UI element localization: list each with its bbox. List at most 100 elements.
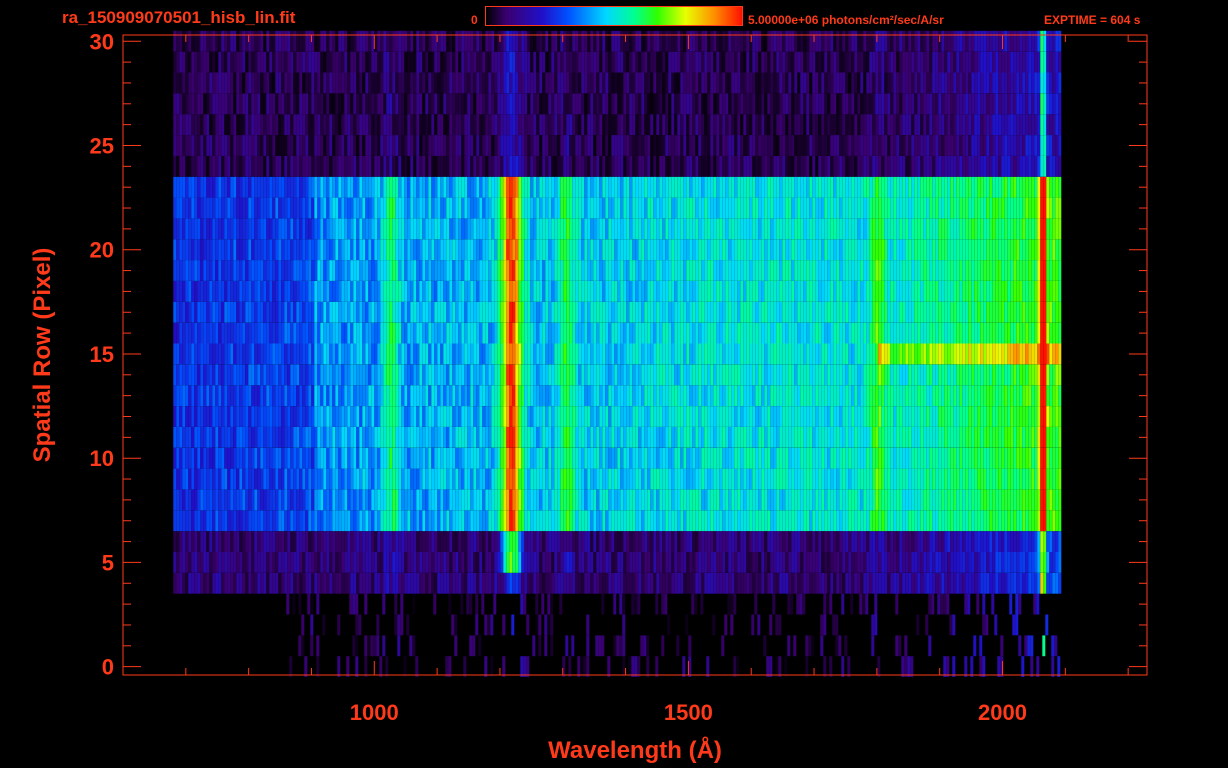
heatmap-cell [1022, 343, 1026, 365]
heatmap-cell [698, 301, 702, 323]
heatmap-cell [398, 552, 402, 573]
heatmap-cell [782, 281, 786, 302]
heatmap-cell [403, 656, 407, 677]
heatmap-cell [383, 322, 387, 344]
heatmap-cell [401, 531, 405, 552]
heatmap-cell [803, 489, 807, 511]
heatmap-cell [449, 426, 453, 448]
heatmap-cell [317, 260, 321, 281]
heatmap-cell [914, 260, 918, 281]
heatmap-cell [332, 406, 336, 427]
heatmap-cell [821, 260, 825, 281]
heatmap-cell [494, 489, 498, 511]
heatmap-cell [320, 343, 324, 365]
heatmap-cell [218, 406, 222, 427]
heatmap-cell [686, 385, 690, 406]
heatmap-cell [766, 656, 770, 677]
heatmap-cell [851, 510, 855, 532]
heatmap-cell [425, 364, 429, 386]
heatmap-cell [425, 531, 429, 552]
heatmap-cell [533, 343, 537, 365]
heatmap-cell [719, 406, 723, 427]
heatmap-cell [533, 531, 537, 552]
heatmap-cell [716, 510, 720, 532]
heatmap-cell [929, 406, 933, 427]
heatmap-cell [728, 343, 732, 365]
heatmap-cell [821, 322, 825, 344]
heatmap-cell [389, 468, 393, 490]
heatmap-cell [893, 364, 897, 386]
heatmap-cell [407, 468, 411, 490]
heatmap-cell [395, 406, 399, 427]
heatmap-cell [485, 572, 489, 594]
heatmap-cell [992, 301, 996, 323]
heatmap-cell [1010, 468, 1014, 490]
heatmap-cell [1052, 447, 1056, 469]
heatmap-cell [668, 531, 672, 552]
heatmap-cell [737, 489, 741, 511]
heatmap-cell [476, 281, 480, 302]
heatmap-cell [344, 447, 348, 469]
heatmap-cell [335, 447, 339, 469]
heatmap-cell [394, 614, 398, 636]
heatmap-cell [467, 468, 471, 490]
heatmap-cell [878, 301, 882, 323]
heatmap-cell [794, 322, 798, 344]
heatmap-cell [839, 364, 843, 386]
heatmap-cell [722, 281, 726, 302]
heatmap-cell [455, 364, 459, 386]
heatmap-cell [524, 301, 528, 323]
heatmap-cell [719, 468, 723, 490]
heatmap-cell [572, 426, 576, 448]
heatmap-cell [341, 552, 345, 573]
heatmap-cell [389, 260, 393, 281]
heatmap-cell [857, 572, 861, 594]
heatmap-cell [269, 572, 273, 594]
heatmap-cell [995, 260, 999, 281]
heatmap-cell [647, 281, 651, 302]
heatmap-cell [482, 301, 486, 323]
heatmap-cell [656, 364, 660, 386]
heatmap-cell [770, 531, 774, 552]
heatmap-cell [176, 531, 180, 552]
heatmap-cell [301, 614, 305, 636]
heatmap-cell [335, 572, 339, 594]
heatmap-cell [218, 572, 222, 594]
heatmap-cell [551, 510, 555, 532]
heatmap-cell [206, 489, 210, 511]
heatmap-cell [608, 260, 612, 281]
heatmap-cell [1040, 322, 1044, 344]
heatmap-cell [230, 426, 234, 448]
heatmap-cell [872, 531, 876, 552]
heatmap-cell [452, 468, 456, 490]
heatmap-cell [1001, 468, 1005, 490]
heatmap-cell [716, 531, 720, 552]
heatmap-cell [890, 531, 894, 552]
heatmap-cell [475, 593, 479, 615]
heatmap-cell [1013, 281, 1017, 302]
heatmap-cell [944, 572, 948, 594]
heatmap-cell [689, 426, 693, 448]
heatmap-cell [392, 385, 396, 406]
heatmap-cell [815, 572, 819, 594]
heatmap-cell [578, 510, 582, 532]
heatmap-cell [992, 572, 996, 594]
heatmap-cell [775, 614, 779, 636]
heatmap-cell [176, 447, 180, 469]
heatmap-cell [815, 364, 819, 386]
heatmap-cell [917, 343, 921, 365]
heatmap-cell [749, 426, 753, 448]
heatmap-cell [755, 281, 759, 302]
heatmap-cell [713, 552, 717, 573]
heatmap-cell [1042, 635, 1046, 657]
heatmap-cell [581, 406, 585, 427]
heatmap-cell [428, 426, 432, 448]
heatmap-cell [800, 281, 804, 302]
heatmap-cell [491, 572, 495, 594]
heatmap-cell [797, 572, 801, 594]
heatmap-cell [596, 552, 600, 573]
heatmap-cell [638, 301, 642, 323]
heatmap-cell [713, 406, 717, 427]
heatmap-cell [326, 572, 330, 594]
heatmap-cell [707, 510, 711, 532]
